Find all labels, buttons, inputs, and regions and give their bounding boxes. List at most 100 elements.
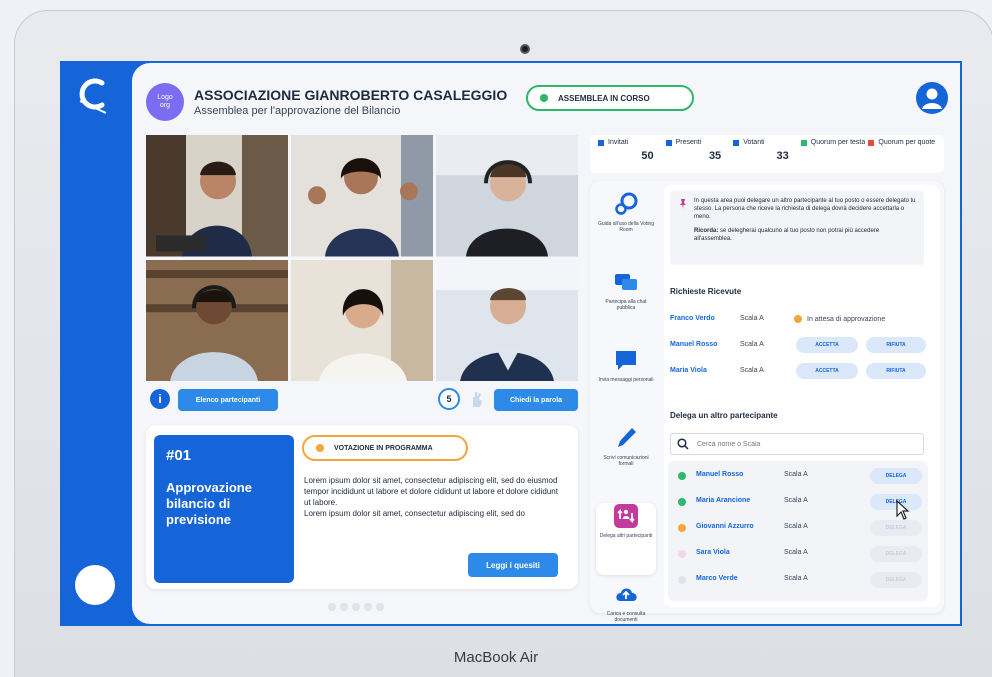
video-tile[interactable] [291, 259, 433, 381]
stat-color-swatch [598, 140, 604, 146]
menu-item-formal-communications[interactable]: Scrivi comunicazioni formali [596, 425, 656, 497]
stat-present: Presenti 35 [665, 139, 734, 162]
stat-color-swatch [800, 140, 807, 146]
org-logo: Logo org [146, 83, 184, 121]
vote-status-badge: VOTAZIONE IN PROGRAMMA [302, 435, 468, 461]
video-toolbar: i Elenco partecipanti 5 Chiedi la parola [146, 387, 578, 413]
participants-list: Manuel Rosso Scala A DELEGA Maria Aranci… [668, 461, 928, 601]
video-tile[interactable] [291, 135, 433, 257]
delegate-button[interactable]: DELEGA [870, 468, 922, 484]
notice-bold: Ricorda: [694, 228, 719, 234]
participant-name: Maria Arancione [696, 497, 751, 504]
accept-button[interactable]: ACCETTA [796, 337, 858, 353]
panel-menu: Guida all'uso della Voting Room Partecip… [596, 185, 656, 626]
participant-name: Manuel Rosso [696, 471, 744, 478]
stat-quorum-share: Quorum per quote [868, 139, 936, 147]
pager-dot[interactable] [328, 603, 336, 611]
request-to-speak-button[interactable]: Chiedi la parola [494, 389, 578, 411]
side-panel: Guida all'uso della Voting Room Partecip… [590, 181, 944, 623]
live-dot-icon [540, 94, 548, 102]
menu-item-label: Delega altri partecipanti [599, 533, 653, 539]
request-row: Franco Verdo Scala A In attesa di approv… [670, 309, 930, 329]
device-brand: MacBook Air [453, 649, 539, 666]
pin-icon [680, 199, 686, 209]
profile-avatar[interactable] [916, 82, 948, 114]
request-scala: Scala A [740, 315, 764, 322]
webcam [520, 44, 530, 54]
request-name: Manuel Rosso [670, 341, 718, 348]
app-window: Logo org ASSOCIAZIONE GIANROBERTO CASALE… [132, 63, 960, 624]
stat-value: 35 [708, 150, 722, 162]
stat-value: 50 [641, 150, 654, 162]
stat-color-swatch [733, 140, 740, 146]
stat-label: Invitati [608, 139, 629, 146]
vote-tile: #01 Approvazione bilancio di previsione [154, 435, 294, 583]
participant-name: Giovanni Azzurro [696, 523, 754, 530]
stat-label: Presenti [675, 139, 702, 146]
accept-button[interactable]: ACCETTA [796, 363, 858, 379]
participant-name: Sara Viola [696, 549, 730, 556]
video-tile[interactable] [146, 259, 288, 381]
pager-dot[interactable] [340, 603, 348, 611]
video-tile[interactable] [436, 135, 578, 257]
participant-scala: Scala A [784, 497, 808, 504]
online-dot-icon [678, 498, 686, 506]
request-row: Manuel Rosso Scala A ACCETTA RIFIUTA [670, 335, 930, 355]
participant-search [670, 433, 924, 455]
menu-item-label: Guida all'uso della Voting Room [598, 221, 654, 233]
request-status-label: In attesa di approvazione [807, 315, 886, 323]
participant-video-icon [291, 135, 433, 257]
video-tile[interactable] [146, 135, 288, 257]
video-grid [146, 135, 578, 381]
request-name: Franco Verdo [670, 315, 715, 322]
delegate-button: DELEGA [870, 520, 922, 536]
menu-item-label: Scrivi comunicazioni formali [603, 455, 649, 467]
menu-item-public-chat[interactable]: Partecipa alla chat pubblica [596, 269, 656, 341]
participant-video-icon [146, 135, 288, 257]
list-item: Giovanni Azzurro Scala A DELEGA [674, 517, 924, 539]
participant-name: Marco Verde [696, 575, 738, 582]
menu-item-delegate[interactable]: Delega altri partecipanti [596, 503, 656, 575]
menu-item-guide[interactable]: Guida all'uso della Voting Room [596, 191, 656, 263]
stat-label: Quorum per testa [810, 139, 866, 146]
stat-label: Quorum per quote [878, 139, 936, 146]
pager-dot[interactable] [376, 603, 384, 611]
search-input[interactable] [697, 440, 917, 448]
org-subtitle: Assemblea per l'approvazione del Bilanci… [194, 105, 401, 117]
menu-item-documents[interactable]: Carica e consulta documenti [596, 581, 656, 626]
video-tile[interactable] [436, 259, 578, 381]
refuse-button[interactable]: RIFIUTA [866, 337, 926, 353]
attendance-stats: Invitati 50 Presenti 35 Votanti 33 Quoru… [590, 135, 944, 173]
list-item: Maria Arancione Scala A DELEGA [674, 491, 924, 513]
refuse-button[interactable]: RIFIUTA [866, 363, 926, 379]
stat-value: 33 [776, 150, 789, 162]
pager-dot[interactable] [364, 603, 372, 611]
org-title: ASSOCIAZIONE GIANROBERTO CASALEGGIO [194, 87, 508, 103]
chat-icon [615, 274, 637, 290]
menu-item-private-messages[interactable]: Invia messaggi personali [596, 347, 656, 419]
participant-video-icon [436, 135, 578, 257]
raised-hand-icon[interactable] [468, 389, 486, 409]
participant-video-icon [436, 259, 578, 381]
request-row: Maria Viola Scala A ACCETTA RIFIUTA [670, 361, 930, 381]
assembly-status-badge: ASSEMBLEA IN CORSO [526, 85, 694, 111]
stat-label: Votanti [743, 139, 765, 146]
read-questions-button[interactable]: Leggi i quesiti [468, 553, 558, 577]
app-logo-icon[interactable] [76, 75, 112, 115]
delegate-title: Delega un altro partecipante [670, 411, 778, 420]
info-icon[interactable]: i [150, 389, 170, 409]
pen-icon [618, 428, 636, 447]
status-dot-icon [678, 550, 686, 558]
vote-status-label: VOTAZIONE IN PROGRAMMA [334, 444, 433, 452]
pager-dot[interactable] [352, 603, 360, 611]
notice-rest: se delegherai qualcuno al tuo posto non … [694, 228, 880, 242]
user-circle-button[interactable] [75, 565, 115, 605]
delegation-notice: In questa area puoi delegare un altro pa… [670, 191, 924, 265]
request-scala: Scala A [740, 341, 764, 348]
stat-voters: Votanti 33 [733, 139, 801, 162]
participants-list-button[interactable]: Elenco partecipanti [178, 389, 278, 411]
vote-pager [328, 603, 384, 611]
away-dot-icon [678, 524, 686, 532]
stat-invited: Invitati 50 [598, 139, 666, 162]
list-item: Manuel Rosso Scala A DELEGA [674, 465, 924, 487]
